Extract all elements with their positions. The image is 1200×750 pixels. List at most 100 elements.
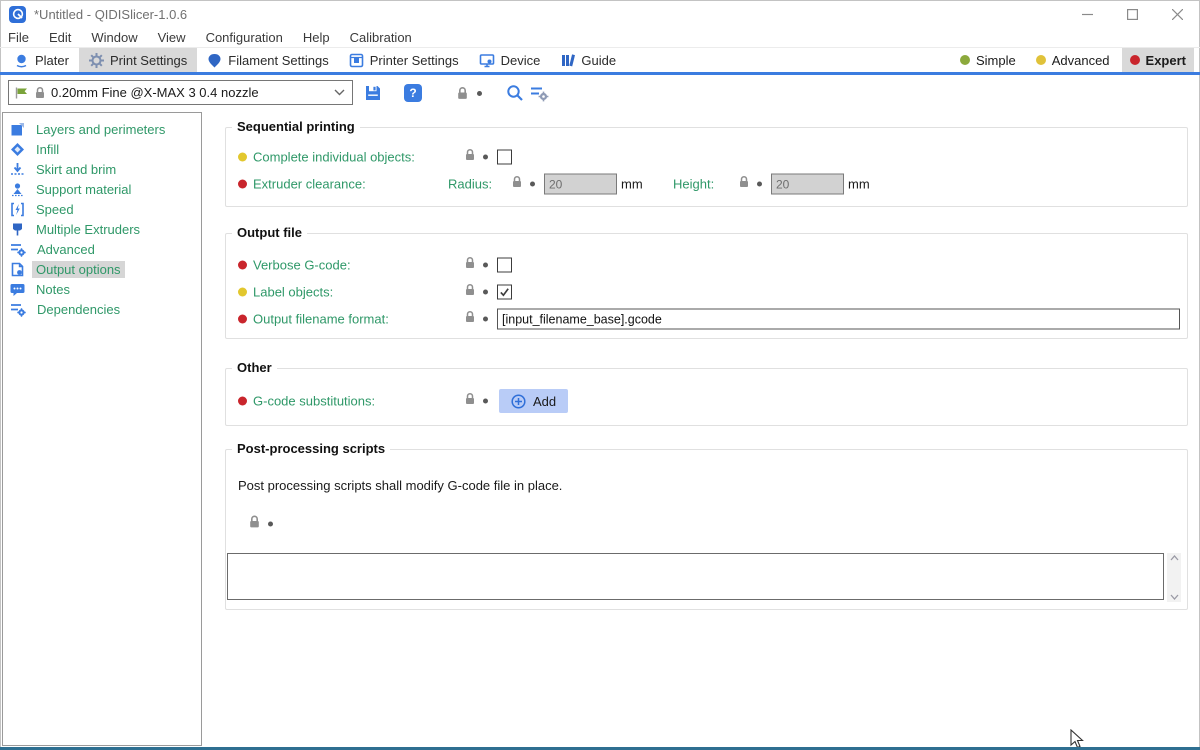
scroll-down-icon[interactable] (1170, 594, 1179, 600)
section-title: Post-processing scripts (232, 441, 390, 456)
sidebar-item-dependencies[interactable]: Dependencies (3, 299, 201, 319)
menu-file[interactable]: File (0, 30, 39, 45)
lock-icon[interactable] (511, 175, 523, 193)
mode-expert[interactable]: Expert (1122, 48, 1194, 72)
expert-level-dot-icon (238, 397, 247, 406)
tab-label: Printer Settings (370, 53, 459, 68)
layers-icon (10, 122, 25, 137)
checkmark-icon (499, 287, 510, 298)
tab-filament-settings[interactable]: Filament Settings (197, 48, 338, 72)
lock-icon[interactable] (248, 515, 261, 534)
printer-icon (349, 53, 364, 68)
device-monitor-icon (479, 53, 495, 68)
flag-icon (14, 85, 29, 100)
extruder-pin-icon (10, 222, 25, 237)
expert-dot-icon (1130, 55, 1140, 65)
add-button-label: Add (533, 394, 556, 409)
skirt-brim-icon (10, 162, 25, 177)
tab-device[interactable]: Device (469, 48, 551, 72)
label-objects-checkbox[interactable] (497, 285, 512, 300)
tab-plater[interactable]: Plater (4, 48, 79, 72)
sidebar-item-support[interactable]: Support material (3, 179, 201, 199)
view-settings-icon (530, 85, 549, 102)
tab-print-settings[interactable]: Print Settings (79, 48, 197, 72)
post-processing-scripts-textarea[interactable] (227, 553, 1164, 600)
sidebar-item-skirt[interactable]: Skirt and brim (3, 159, 201, 179)
complete-individual-objects-checkbox[interactable] (497, 150, 512, 165)
mode-simple[interactable]: Simple (952, 48, 1024, 72)
advanced-level-dot-icon (238, 153, 247, 162)
mode-switcher: Simple Advanced Expert (952, 48, 1194, 72)
lock-icon[interactable] (464, 310, 476, 328)
output-filename-format-input[interactable] (497, 309, 1180, 330)
revert-dot-icon (483, 290, 488, 295)
textarea-scrollbar[interactable] (1167, 553, 1181, 602)
sidebar-item-infill[interactable]: Infill (3, 139, 201, 159)
lock-icon (34, 86, 46, 99)
revert-dot-icon (483, 155, 488, 160)
save-preset-button[interactable] (362, 82, 384, 104)
verbose-gcode-checkbox[interactable] (497, 258, 512, 273)
preset-help-button[interactable]: ? (402, 82, 424, 104)
close-button[interactable] (1155, 0, 1200, 28)
add-substitution-button[interactable]: Add (499, 389, 568, 413)
section-other: Other G-code substitutions: Add (225, 368, 1188, 426)
menu-help[interactable]: Help (293, 30, 340, 45)
lock-icon[interactable] (464, 148, 476, 166)
height-input[interactable] (771, 174, 844, 195)
radius-unit: mm (621, 177, 643, 192)
option-label: Complete individual objects: (253, 150, 415, 165)
advanced-dot-icon (1036, 55, 1046, 65)
revert-dot-icon (530, 182, 535, 187)
maximize-button[interactable] (1110, 0, 1155, 28)
guide-books-icon (560, 53, 575, 68)
menu-bar: File Edit Window View Configuration Help… (0, 28, 1200, 48)
sidebar-item-speed[interactable]: Speed (3, 199, 201, 219)
menu-window[interactable]: Window (81, 30, 147, 45)
advanced-gear-list-icon (10, 242, 26, 257)
tab-guide[interactable]: Guide (550, 48, 626, 72)
sidebar-item-output-options[interactable]: Output options (3, 259, 201, 279)
section-sequential-printing: Sequential printing Complete individual … (225, 127, 1188, 207)
window-controls (1065, 0, 1200, 28)
menu-edit[interactable]: Edit (39, 30, 81, 45)
sidebar-item-multiple-extruders[interactable]: Multiple Extruders (3, 219, 201, 239)
revert-dot-icon (483, 399, 488, 404)
tab-label: Filament Settings (228, 53, 328, 68)
mode-label: Simple (976, 53, 1016, 68)
sidebar-item-notes[interactable]: Notes (3, 279, 201, 299)
lock-icon[interactable] (738, 175, 750, 193)
mode-advanced[interactable]: Advanced (1028, 48, 1118, 72)
tab-printer-settings[interactable]: Printer Settings (339, 48, 469, 72)
save-icon (364, 84, 382, 102)
app-window: *Untitled - QIDISlicer-1.0.6 File Edit W… (0, 0, 1200, 750)
preset-dropdown[interactable]: 0.20mm Fine @X-MAX 3 0.4 nozzle (8, 80, 353, 105)
section-post-processing: Post-processing scripts Post processing … (225, 449, 1188, 610)
menu-configuration[interactable]: Configuration (196, 30, 293, 45)
sidebar-item-advanced[interactable]: Advanced (3, 239, 201, 259)
dependencies-gear-list-icon (10, 302, 26, 317)
tab-bar: Plater Print Settings Filament Settings … (0, 48, 1200, 75)
menu-view[interactable]: View (148, 30, 196, 45)
expert-level-dot-icon (238, 180, 247, 189)
notes-icon (10, 282, 25, 297)
lock-icon[interactable] (464, 256, 476, 274)
revert-dot-icon (268, 522, 273, 527)
sidebar-item-layers[interactable]: Layers and perimeters (3, 119, 201, 139)
radius-label: Radius: (448, 177, 492, 192)
option-label: G-code substitutions: (253, 394, 375, 409)
compare-settings-button[interactable] (528, 82, 550, 104)
scroll-up-icon[interactable] (1170, 555, 1179, 561)
radius-input[interactable] (544, 174, 617, 195)
revert-dot-icon (468, 82, 490, 104)
settings-category-list: Layers and perimeters Infill Skirt and b… (2, 112, 202, 746)
lock-icon[interactable] (464, 392, 476, 410)
preset-name: 0.20mm Fine @X-MAX 3 0.4 nozzle (51, 85, 329, 100)
simple-dot-icon (960, 55, 970, 65)
search-button[interactable] (504, 82, 526, 104)
minimize-button[interactable] (1065, 0, 1110, 28)
lock-icon[interactable] (464, 283, 476, 301)
expert-level-dot-icon (238, 261, 247, 270)
lock-icon (456, 86, 469, 100)
menu-calibration[interactable]: Calibration (340, 30, 422, 45)
